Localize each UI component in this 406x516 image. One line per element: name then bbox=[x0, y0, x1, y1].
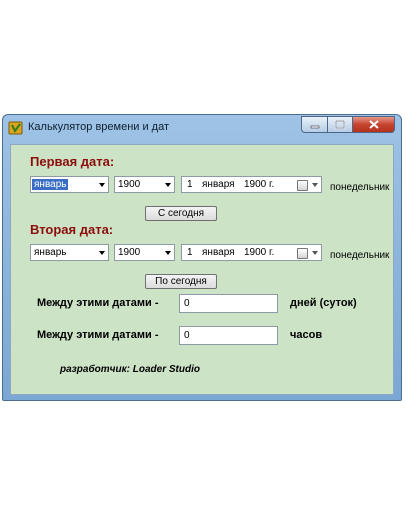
second-month-value: январь bbox=[34, 247, 67, 258]
developer-credit: разработчик: Loader Studio bbox=[60, 364, 200, 375]
hours-result-field[interactable]: 0 bbox=[179, 326, 278, 345]
first-weekday: понедельник bbox=[330, 182, 390, 193]
app-icon bbox=[8, 121, 23, 135]
first-date-title: Первая дата: bbox=[30, 154, 115, 169]
calendar-icon[interactable] bbox=[297, 180, 308, 191]
second-date-month: января bbox=[202, 247, 235, 258]
second-weekday: понедельник bbox=[330, 250, 390, 261]
maximize-button[interactable] bbox=[327, 116, 352, 133]
second-year-value: 1900 bbox=[118, 247, 141, 258]
chevron-down-icon bbox=[99, 251, 105, 255]
days-label: Между этими датами - bbox=[37, 297, 159, 309]
days-unit-label: дней (суток) bbox=[290, 297, 357, 309]
chevron-down-icon[interactable] bbox=[312, 183, 318, 187]
client-area: Первая дата: январь 1900 1 января 1900 г… bbox=[10, 144, 394, 395]
first-year-value: 1900 bbox=[118, 179, 141, 190]
close-icon bbox=[368, 120, 379, 129]
second-date-day: 1 bbox=[187, 247, 193, 258]
minimize-button[interactable] bbox=[301, 116, 327, 133]
maximize-icon bbox=[335, 120, 345, 129]
close-button[interactable] bbox=[352, 116, 395, 133]
first-date-picker[interactable]: 1 января 1900 г. bbox=[181, 176, 322, 193]
to-today-button[interactable]: По сегодня bbox=[145, 274, 217, 289]
second-month-select[interactable]: январь bbox=[30, 244, 109, 261]
chevron-down-icon bbox=[165, 251, 171, 255]
chevron-down-icon[interactable] bbox=[312, 251, 318, 255]
second-date-title: Вторая дата: bbox=[30, 222, 114, 237]
first-date-month: января bbox=[202, 179, 235, 190]
calendar-icon[interactable] bbox=[297, 248, 308, 259]
first-date-day: 1 bbox=[187, 179, 193, 190]
first-date-year: 1900 г. bbox=[244, 179, 275, 190]
first-month-select[interactable]: январь bbox=[30, 176, 109, 193]
minimize-icon bbox=[310, 125, 319, 128]
second-date-picker[interactable]: 1 января 1900 г. bbox=[181, 244, 322, 261]
window-title: Калькулятор времени и дат bbox=[28, 121, 170, 133]
first-month-value: январь bbox=[32, 179, 69, 190]
app-window: Калькулятор времени и дат Первая дата: я… bbox=[2, 114, 402, 401]
days-result-field[interactable]: 0 bbox=[179, 294, 278, 313]
second-year-select[interactable]: 1900 bbox=[114, 244, 175, 261]
hours-unit-label: часов bbox=[290, 329, 323, 341]
second-date-year: 1900 г. bbox=[244, 247, 275, 258]
first-year-select[interactable]: 1900 bbox=[114, 176, 175, 193]
from-today-button[interactable]: С сегодня bbox=[145, 206, 217, 221]
title-bar[interactable]: Калькулятор времени и дат bbox=[3, 115, 401, 141]
chevron-down-icon bbox=[99, 183, 105, 187]
chevron-down-icon bbox=[165, 183, 171, 187]
hours-label: Между этими датами - bbox=[37, 329, 159, 341]
